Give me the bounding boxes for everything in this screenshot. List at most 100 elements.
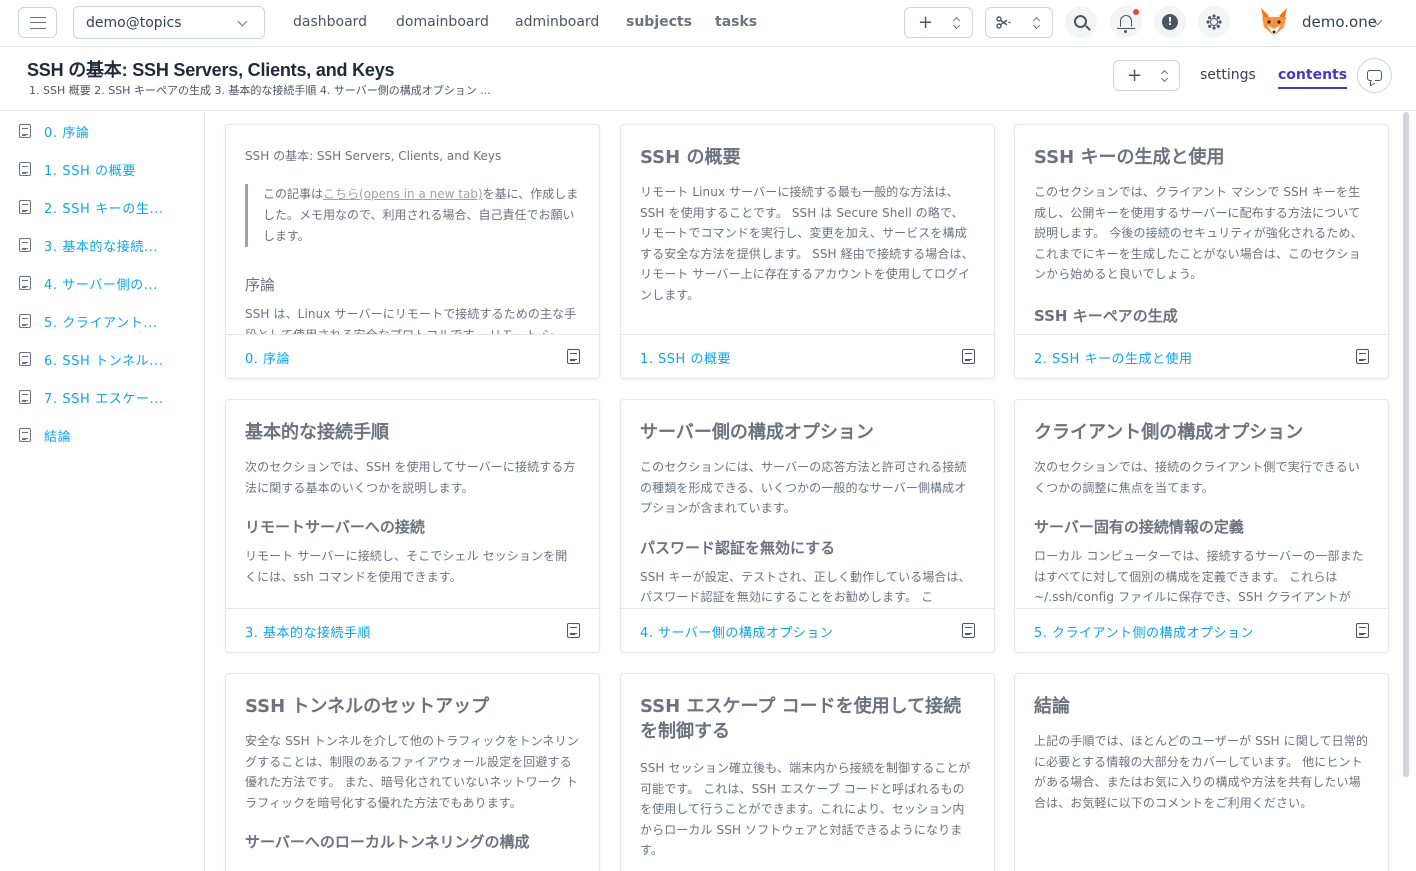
content-card[interactable]: サーバー側の構成オプション このセクションには、サーバーの応答方法と許可される接… <box>620 399 995 653</box>
card-footer-label[interactable]: 5. クライアント側の構成オプション <box>1034 622 1254 641</box>
card-heading: SSH キーペアの生成 <box>1034 306 1178 325</box>
add-button[interactable]: + <box>1113 60 1180 91</box>
nav-domainboard[interactable]: domainboard <box>396 14 489 30</box>
content-card[interactable]: SSH エスケープ コードを使用して接続を制御する SSH セッション確立後も、… <box>620 673 995 871</box>
sidebar-item[interactable]: 7. SSH エスケー... <box>19 387 164 407</box>
hamburger-icon <box>29 16 46 29</box>
document-icon[interactable] <box>567 623 580 638</box>
nav-adminboard[interactable]: adminboard <box>515 14 599 30</box>
alert-icon: ! <box>1162 14 1178 30</box>
menu-button[interactable] <box>18 7 57 38</box>
sidebar-item-label: 2. SSH キーの生... <box>44 201 164 217</box>
sidebar: 0. 序論 1. SSH の概要 2. SSH キーの生... 3. 基本的な接… <box>0 112 205 871</box>
top-bar: demo@topics dashboard domainboard adminb… <box>0 0 1416 47</box>
sidebar-item[interactable]: 4. サーバー側の... <box>19 273 158 293</box>
content-card[interactable]: 結論 上記の手順では、ほとんどのユーザーが SSH に関して日常的に必要とする情… <box>1014 673 1389 871</box>
content-card[interactable]: SSH キーの生成と使用 このセクションでは、クライアント マシンで SSH キ… <box>1014 124 1389 379</box>
document-icon <box>19 428 31 442</box>
content-card[interactable]: クライアント側の構成オプション 次のセクションでは、接続のクライアント側で実行で… <box>1014 399 1389 653</box>
card-text: リモート サーバーに接続し、そこでシェル セッションを開くには、ssh コマンド… <box>245 549 568 584</box>
card-heading: サーバーへのローカルトンネリングの構成 <box>245 833 530 852</box>
document-icon <box>19 124 31 138</box>
nav-dashboard[interactable]: dashboard <box>293 14 367 30</box>
alerts-button[interactable]: ! <box>1154 6 1186 38</box>
card-footer[interactable]: 1. SSH の概要 <box>621 334 994 378</box>
card-footer[interactable]: 2. SSH キーの生成と使用 <box>1015 334 1388 378</box>
document-icon <box>19 314 31 328</box>
card-footer[interactable]: 0. 序論 <box>226 334 599 378</box>
notifications-button[interactable] <box>1110 6 1142 38</box>
sidebar-item-label: 6. SSH トンネル... <box>44 353 164 369</box>
card-heading: サーバー固有の接続情報の定義 <box>1034 518 1244 537</box>
page-title: SSH の基本: SSH Servers, Clients, and Keys <box>27 60 395 80</box>
card-title: SSH エスケープ コードを使用して接続を制御する <box>640 696 962 742</box>
sidebar-item-label: 3. 基本的な接続... <box>44 239 159 255</box>
sidebar-item[interactable]: 1. SSH の概要 <box>19 159 136 179</box>
card-text: 安全な SSH トンネルを介して他のトラフィックをトンネリングすることは、制限の… <box>245 734 579 810</box>
document-icon[interactable] <box>962 623 975 638</box>
card-footer-label[interactable]: 1. SSH の概要 <box>640 348 731 367</box>
content-card[interactable]: SSH の概要 リモート Linux サーバーに接続する最も一般的な方法は、SS… <box>620 124 995 379</box>
notification-dot <box>1133 9 1139 15</box>
card-footer[interactable]: 3. 基本的な接続手順 <box>226 608 599 652</box>
card-text: このセクションでは、クライアント マシンで SSH キーを生成し、公開キーを使用… <box>1034 185 1363 282</box>
sidebar-item[interactable]: 3. 基本的な接続... <box>19 235 158 255</box>
updown-icon <box>1033 17 1041 29</box>
comment-button[interactable] <box>1357 58 1392 93</box>
card-source-title: SSH の基本: SSH Servers, Clients, and Keys <box>245 149 502 163</box>
sidebar-item-label: 0. 序論 <box>44 125 90 141</box>
document-icon[interactable] <box>1356 349 1369 364</box>
document-icon <box>19 200 31 214</box>
document-icon <box>19 352 31 366</box>
workspace-select[interactable]: demo@topics <box>73 6 265 39</box>
document-icon <box>19 276 31 290</box>
card-footer[interactable]: 4. サーバー側の構成オプション <box>621 608 994 652</box>
content-card[interactable]: SSH の基本: SSH Servers, Clients, and Keys … <box>225 124 600 379</box>
nav-tasks[interactable]: tasks <box>715 14 757 30</box>
source-link[interactable]: こちら(opens in a new tab) <box>323 187 483 201</box>
quote-text: この記事は <box>263 187 324 201</box>
sidebar-item[interactable]: 6. SSH トンネル... <box>19 349 163 369</box>
sidebar-item[interactable]: 5. クライアント... <box>19 311 158 331</box>
plus-icon: + <box>918 12 934 33</box>
tab-contents[interactable]: contents <box>1278 67 1348 89</box>
add-menu-button[interactable]: + <box>904 7 973 38</box>
card-footer-label[interactable]: 3. 基本的な接続手順 <box>245 622 371 641</box>
sidebar-item[interactable]: 2. SSH キーの生... <box>19 197 164 217</box>
document-icon[interactable] <box>962 349 975 364</box>
comment-icon <box>1367 70 1382 81</box>
card-footer-label[interactable]: 0. 序論 <box>245 348 290 367</box>
bell-icon <box>1117 15 1135 33</box>
chevron-down-icon <box>237 16 248 27</box>
sidebar-item[interactable]: 結論 <box>19 425 71 445</box>
user-menu-name[interactable]: demo.one <box>1302 13 1377 31</box>
fox-avatar[interactable] <box>1257 5 1291 39</box>
card-footer-label[interactable]: 4. サーバー側の構成オプション <box>640 622 833 641</box>
card-quote: この記事はこちら(opens in a new tab)を基に、作成しました。メ… <box>245 184 579 247</box>
card-title: クライアント側の構成オプション <box>1034 422 1304 443</box>
card-text: SSH は、Linux サーバーにリモートで接続するための主な手段として使用され… <box>245 307 577 334</box>
scrollbar[interactable] <box>1403 112 1409 777</box>
breadcrumb: 1. SSH 概要 2. SSH キーペアの生成 3. 基本的な接続手順 4. … <box>29 84 491 97</box>
card-text: リモート Linux サーバーに接続する最も一般的な方法は、SSH を使用するこ… <box>640 185 974 302</box>
content-card[interactable]: SSH トンネルのセットアップ 安全な SSH トンネルを介して他のトラフィック… <box>225 673 600 871</box>
theme-toggle-button[interactable] <box>1198 6 1230 38</box>
card-title: 結論 <box>1034 696 1070 717</box>
tab-settings[interactable]: settings <box>1200 67 1256 83</box>
search-button[interactable] <box>1065 6 1097 38</box>
card-title: SSH トンネルのセットアップ <box>245 696 490 717</box>
card-footer-label[interactable]: 2. SSH キーの生成と使用 <box>1034 348 1192 367</box>
card-title: SSH キーの生成と使用 <box>1034 147 1225 168</box>
card-footer[interactable]: 5. クライアント側の構成オプション <box>1015 608 1388 652</box>
document-icon <box>19 390 31 404</box>
tools-menu-button[interactable] <box>985 7 1053 38</box>
document-icon[interactable] <box>1356 623 1369 638</box>
sidebar-item-label: 結論 <box>44 429 72 445</box>
sidebar-item[interactable]: 0. 序論 <box>19 121 90 141</box>
document-icon[interactable] <box>567 349 580 364</box>
sidebar-item-label: 5. クライアント... <box>44 315 158 331</box>
content-card[interactable]: 基本的な接続手順 次のセクションでは、SSH を使用してサーバーに接続する方法に… <box>225 399 600 653</box>
card-title: SSH の概要 <box>640 147 741 168</box>
sidebar-item-label: 7. SSH エスケー... <box>44 391 164 407</box>
nav-subjects[interactable]: subjects <box>626 14 692 30</box>
